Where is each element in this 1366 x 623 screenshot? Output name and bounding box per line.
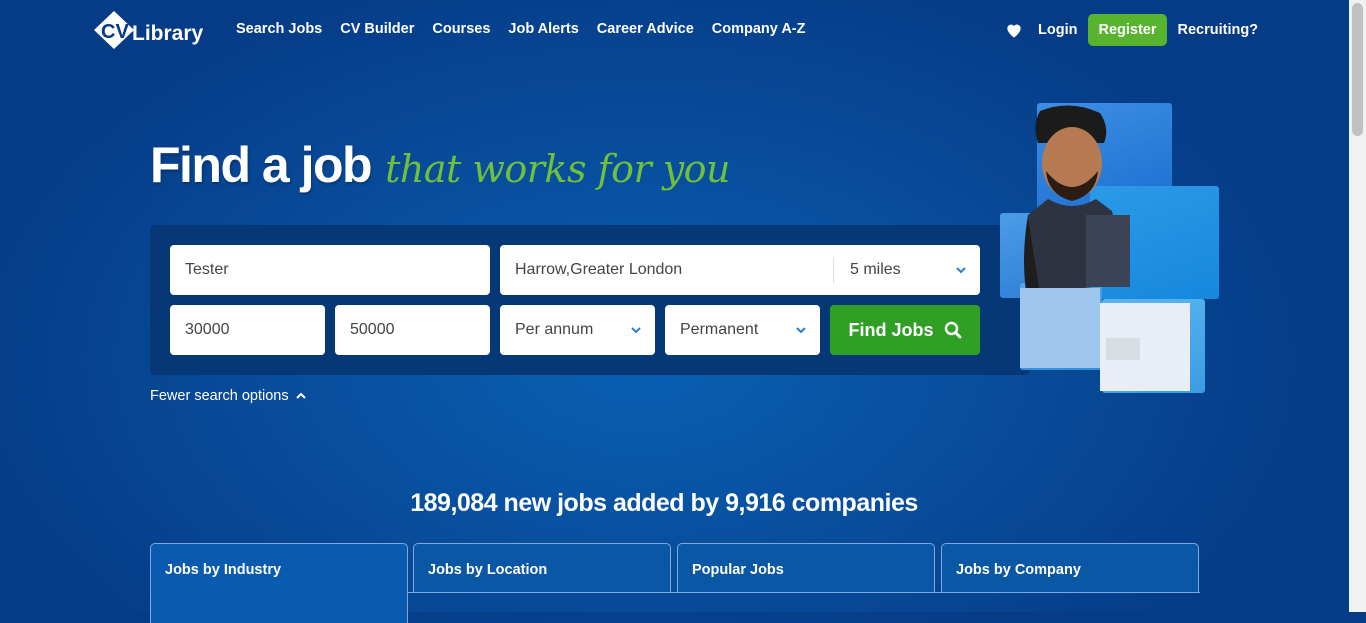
- location-field[interactable]: Harrow,Greater London 5 miles: [500, 245, 980, 295]
- nav-search-jobs[interactable]: Search Jobs: [236, 21, 322, 37]
- scrollbar-thumb[interactable]: [1352, 3, 1363, 136]
- login-link[interactable]: Login: [1038, 22, 1077, 38]
- recruiting-link[interactable]: Recruiting?: [1178, 22, 1259, 38]
- register-button[interactable]: Register: [1088, 14, 1167, 46]
- tab-jobs-by-company[interactable]: Jobs by Company: [941, 543, 1199, 592]
- job-type-value: Permanent: [680, 321, 759, 338]
- heart-icon[interactable]: [1004, 20, 1024, 40]
- svg-text:Library: Library: [132, 22, 204, 45]
- tab-label: Jobs by Location: [428, 562, 548, 578]
- chevron-down-icon: [631, 327, 641, 334]
- nav-courses[interactable]: Courses: [432, 21, 490, 37]
- fewer-options-label: Fewer search options: [150, 388, 289, 404]
- salary-period-value: Per annum: [515, 321, 594, 338]
- tab-label: Jobs by Company: [956, 562, 1081, 578]
- tabs-divider: [408, 592, 1200, 593]
- svg-text:CV: CV: [101, 21, 129, 43]
- salary-min-input[interactable]: 30000: [170, 305, 325, 355]
- salary-min-value: 30000: [185, 321, 230, 338]
- page-scrollbar[interactable]: [1349, 0, 1366, 612]
- salary-period-select[interactable]: Per annum: [500, 305, 655, 355]
- keywords-value: Tester: [185, 261, 229, 278]
- tab-popular-jobs[interactable]: Popular Jobs: [677, 543, 935, 592]
- jobs-stats: 189,084 new jobs added by 9,916 companie…: [410, 489, 918, 517]
- chevron-up-icon: [295, 392, 306, 399]
- keywords-input[interactable]: Tester: [170, 245, 490, 295]
- chevron-down-icon: [796, 327, 806, 334]
- nav-cv-builder[interactable]: CV Builder: [340, 21, 414, 37]
- person-photo: [1020, 105, 1190, 391]
- location-divider: [833, 257, 834, 283]
- main-nav: Search Jobs CV Builder Courses Job Alert…: [236, 21, 806, 37]
- search-icon: [944, 321, 961, 339]
- nav-company-a-z[interactable]: Company A-Z: [712, 21, 806, 37]
- job-type-select[interactable]: Permanent: [665, 305, 820, 355]
- location-value: Harrow,Greater London: [515, 261, 683, 278]
- chevron-down-icon: [956, 267, 966, 274]
- headline-main: Find a job: [150, 137, 373, 193]
- salary-max-input[interactable]: 50000: [335, 305, 490, 355]
- salary-max-value: 50000: [350, 321, 395, 338]
- hero-headline: Find a job that works for you: [150, 136, 731, 194]
- tab-label: Popular Jobs: [692, 562, 784, 578]
- fewer-search-options[interactable]: Fewer search options: [150, 388, 307, 404]
- distance-select[interactable]: 5 miles: [850, 261, 901, 279]
- find-jobs-label: Find Jobs: [848, 319, 934, 340]
- find-jobs-button[interactable]: Find Jobs: [830, 305, 980, 355]
- nav-career-advice[interactable]: Career Advice: [597, 21, 694, 37]
- account-nav: Login Register Recruiting?: [1004, 14, 1258, 46]
- nav-job-alerts[interactable]: Job Alerts: [508, 21, 578, 37]
- tab-label: Jobs by Industry: [165, 562, 282, 578]
- tab-jobs-by-industry[interactable]: Jobs by Industry: [150, 543, 408, 623]
- cv-library-logo[interactable]: CV Library: [92, 9, 204, 51]
- browse-tabs: Jobs by Industry Jobs by Location Popula…: [150, 543, 1200, 623]
- tab-jobs-by-location[interactable]: Jobs by Location: [413, 543, 671, 592]
- headline-script: that works for you: [385, 147, 731, 191]
